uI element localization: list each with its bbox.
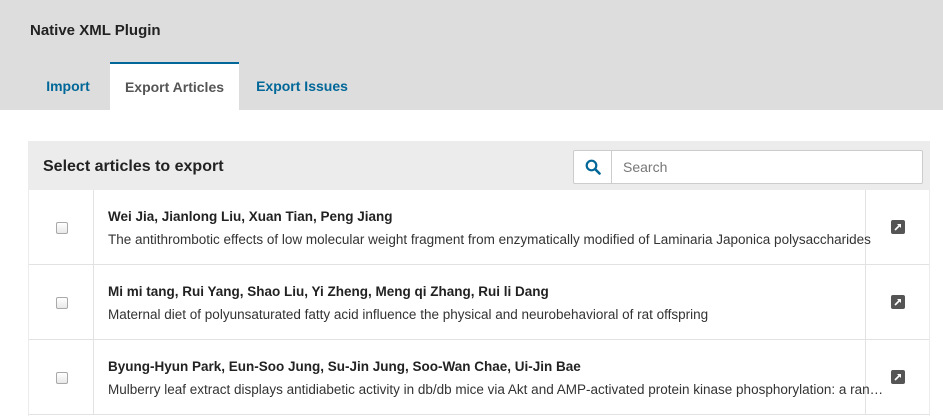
article-checkbox[interactable] bbox=[56, 372, 68, 384]
article-info: Byung-Hyun Park, Eun-Soo Jung, Su-Jin Ju… bbox=[94, 340, 887, 415]
page-title: Native XML Plugin bbox=[30, 22, 161, 39]
select-cell bbox=[29, 190, 94, 265]
external-link-icon[interactable] bbox=[891, 220, 905, 234]
article-authors: Mi mi tang, Rui Yang, Shao Liu, Yi Zheng… bbox=[108, 284, 549, 299]
external-link-icon[interactable] bbox=[891, 370, 905, 384]
tab-export-issues[interactable]: Export Issues bbox=[243, 62, 361, 110]
article-checkbox[interactable] bbox=[56, 297, 68, 309]
panel-header: Select articles to export bbox=[29, 142, 929, 190]
external-link-icon[interactable] bbox=[891, 295, 905, 309]
article-list: Wei Jia, Jianlong Liu, Xuan Tian, Peng J… bbox=[29, 190, 929, 415]
plugin-header: Native XML Plugin Import Export Articles… bbox=[0, 0, 943, 110]
list-item: Byung-Hyun Park, Eun-Soo Jung, Su-Jin Ju… bbox=[29, 340, 929, 415]
tab-import[interactable]: Import bbox=[30, 62, 106, 110]
article-info: Wei Jia, Jianlong Liu, Xuan Tian, Peng J… bbox=[94, 190, 871, 265]
article-title: Maternal diet of polyunsaturated fatty a… bbox=[108, 307, 709, 322]
panel-title: Select articles to export bbox=[43, 158, 224, 175]
articles-panel: Select articles to export Wei Jia, Jianl… bbox=[28, 141, 930, 416]
article-title: Mulberry leaf extract displays antidiabe… bbox=[108, 382, 887, 397]
list-item: Wei Jia, Jianlong Liu, Xuan Tian, Peng J… bbox=[29, 190, 929, 265]
article-info: Mi mi tang, Rui Yang, Shao Liu, Yi Zheng… bbox=[94, 265, 866, 340]
article-authors: Wei Jia, Jianlong Liu, Xuan Tian, Peng J… bbox=[108, 209, 393, 224]
search-button[interactable] bbox=[574, 151, 612, 183]
article-authors: Byung-Hyun Park, Eun-Soo Jung, Su-Jin Ju… bbox=[108, 359, 581, 374]
article-checkbox[interactable] bbox=[56, 222, 68, 234]
tab-export-articles[interactable]: Export Articles bbox=[110, 62, 239, 110]
select-cell bbox=[29, 340, 94, 415]
search-input[interactable] bbox=[613, 151, 921, 183]
search-box bbox=[573, 150, 923, 184]
tab-bar: Import Export Articles Export Issues bbox=[0, 62, 943, 110]
article-title: The antithrombotic effects of low molecu… bbox=[108, 232, 871, 247]
list-item: Mi mi tang, Rui Yang, Shao Liu, Yi Zheng… bbox=[29, 265, 929, 340]
search-icon bbox=[585, 159, 601, 175]
select-cell bbox=[29, 265, 94, 340]
